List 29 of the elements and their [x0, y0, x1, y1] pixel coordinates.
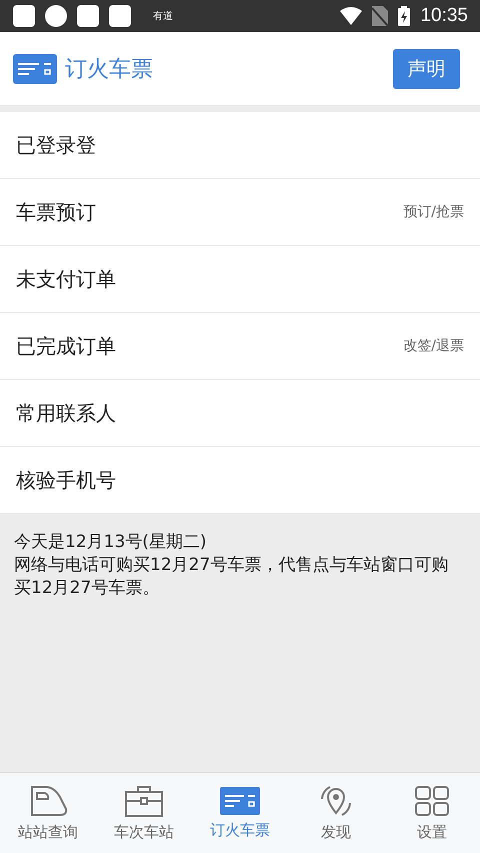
menu-item[interactable]: 常用联系人: [0, 380, 480, 447]
clock: 10:35: [420, 5, 468, 27]
menu-item[interactable]: 未支付订单: [0, 246, 480, 313]
wifi-icon: [340, 7, 362, 25]
notification-icon: [77, 5, 99, 27]
statement-button[interactable]: 声明: [393, 48, 460, 88]
ticket-icon: [13, 54, 57, 84]
nav-tab[interactable]: 发现: [288, 773, 384, 853]
notice-text: 网络与电话可购买12月27号车票，代售点与车站窗口可购买12月27号车票。: [14, 554, 450, 600]
menu-item[interactable]: 核验手机号: [0, 447, 480, 513]
menu-item[interactable]: 车票预订 预订/抢票: [0, 179, 480, 246]
notification-icon: [109, 5, 131, 27]
app-label: 有道: [153, 10, 173, 23]
battery-icon: [398, 6, 410, 26]
nav-tab[interactable]: 车次车站: [96, 773, 192, 853]
menu-item[interactable]: 已完成订单 改签/退票: [0, 313, 480, 380]
notice-text: 今天是12月13号(星期二): [14, 531, 208, 554]
nav-tab[interactable]: 订火车票: [192, 773, 288, 853]
nav-tab[interactable]: 站站查询: [0, 773, 96, 853]
no-sim-icon: [372, 6, 388, 26]
nav-tab[interactable]: 设置: [384, 773, 480, 853]
notification-icon: [13, 5, 35, 27]
ticket-icon: [220, 786, 260, 814]
grid-icon: [414, 784, 450, 816]
briefcase-icon: [124, 784, 164, 816]
menu-item[interactable]: 已登录登: [0, 112, 480, 179]
page-title: 订火车票: [65, 56, 153, 84]
train-icon: [28, 784, 68, 816]
notification-icon: [45, 5, 67, 27]
